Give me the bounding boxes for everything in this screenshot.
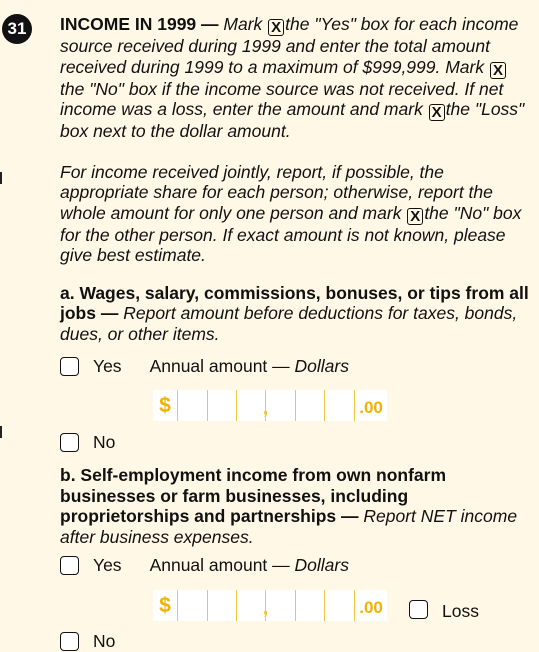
margin-tick <box>0 172 2 184</box>
section-b-yes-row: Yes Annual amount — Dollars <box>60 555 530 576</box>
section-a-yes-label: Yes <box>93 356 122 376</box>
dollar-sign: $ <box>159 593 171 617</box>
x-mark-icon: X <box>407 207 424 225</box>
section-a-instruction: Report amount before deductions for taxe… <box>60 303 518 344</box>
digit-cell[interactable] <box>324 590 354 621</box>
cents-suffix: .00 <box>354 390 387 421</box>
digit-cell[interactable] <box>236 590 266 621</box>
section-a-yes-checkbox[interactable] <box>60 357 79 376</box>
question-body: INCOME IN 1999 — Mark Xthe "Yes" box for… <box>60 14 530 652</box>
digit-cell[interactable] <box>265 390 295 421</box>
x-mark-icon: X <box>489 61 506 79</box>
section-b-no-checkbox[interactable] <box>60 632 79 651</box>
joint-income-paragraph: For income received jointly, report, if … <box>60 161 522 266</box>
question-title: INCOME IN 1999 <box>60 14 197 34</box>
section-a-no-row: No <box>60 432 530 453</box>
section-b-yes-label: Yes <box>93 555 122 575</box>
digit-cell[interactable] <box>177 590 207 621</box>
section-b-amount-field[interactable]: $ , .00 <box>153 590 387 621</box>
intro-paragraph: INCOME IN 1999 — Mark Xthe "Yes" box for… <box>60 14 525 141</box>
section-a-no-label: No <box>93 432 116 452</box>
x-mark-icon: X <box>268 19 285 36</box>
section-b: b. Self-employment income from own nonfa… <box>60 465 530 652</box>
section-b-no-row: No <box>60 631 530 652</box>
section-a-no-checkbox[interactable] <box>60 433 79 452</box>
margin-tick <box>0 426 2 438</box>
section-b-yes-checkbox[interactable] <box>60 556 79 575</box>
dollar-sign: $ <box>159 393 171 417</box>
section-a: a. Wages, salary, commissions, bonuses, … <box>60 282 530 453</box>
digit-cell[interactable] <box>206 390 237 421</box>
digit-cell[interactable] <box>265 590 295 621</box>
section-b-no-label: No <box>93 631 116 651</box>
section-a-amount-label: Annual amount — <box>149 356 295 376</box>
digit-cell[interactable] <box>324 390 354 421</box>
section-b-amount-label: Annual amount — <box>149 555 295 575</box>
digit-cell[interactable] <box>206 590 237 621</box>
section-b-loss-label: Loss <box>442 601 479 621</box>
digit-cell[interactable] <box>294 390 325 421</box>
digit-cell[interactable] <box>236 390 266 421</box>
section-a-yes-row: Yes Annual amount — Dollars <box>60 356 530 377</box>
cents-suffix: .00 <box>354 590 387 621</box>
digit-cell[interactable] <box>177 390 207 421</box>
section-b-loss-checkbox[interactable] <box>409 600 428 619</box>
x-mark-icon: X <box>428 104 445 121</box>
section-a-amount-field[interactable]: $ , .00 <box>153 390 387 421</box>
question-number: 31 <box>2 14 32 44</box>
digit-cell[interactable] <box>294 590 325 621</box>
